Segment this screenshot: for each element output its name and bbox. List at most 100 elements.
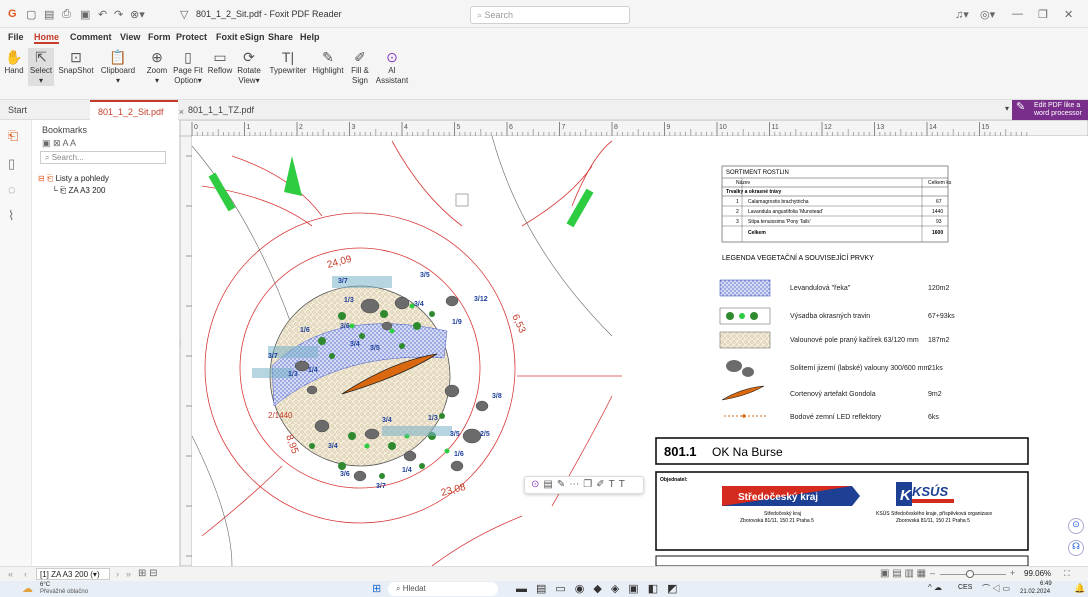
highlight-button[interactable]: ✎ Highlight (310, 48, 346, 76)
menu-file[interactable]: File (8, 32, 24, 42)
select-tool-button[interactable]: ⇱ Select ▾ (28, 48, 54, 86)
edit-pdf-icon: ✎ (1016, 101, 1026, 113)
edit-pdf-promo[interactable]: ✎ Edit PDF like a word processor (1012, 100, 1088, 120)
windows-taskbar: ☁ 6°C Převážně oblačno ⊞ ⌕ Hledat ▬▤▭◉◆◈… (0, 581, 1088, 597)
plant-label: 1/3 (288, 371, 298, 378)
zoom-out-icon[interactable]: – (930, 568, 935, 578)
tab-801-1-2-sit[interactable]: 801_1_2_Sit.pdf × (90, 100, 184, 120)
next-page-icon[interactable]: › (116, 569, 119, 579)
attachment-icon[interactable]: ⌇ (8, 208, 14, 224)
page-view-icons[interactable]: ⊞ ⊟ (138, 568, 158, 579)
quick-access-dropdown-icon[interactable]: ⊗▾ (130, 8, 145, 21)
menu-protect[interactable]: Protect (176, 32, 207, 42)
svg-text:Středočeský kraj: Středočeský kraj (764, 511, 801, 517)
bookmark-tools-icons[interactable]: ▣ ⊠ A A (42, 138, 76, 149)
tab-801-1-1-tz[interactable]: 801_1_1_TZ.pdf (180, 100, 280, 120)
comments-icon[interactable]: ◌ (8, 182, 16, 197)
highlight-icon[interactable]: ✎ (557, 479, 569, 490)
notifications-icon[interactable]: ♫▾ (955, 8, 969, 21)
ai-icon[interactable]: ⊙ (531, 479, 543, 490)
page-fit-button[interactable]: ▯ Page Fit Option▾ (172, 48, 204, 86)
tabs-dropdown-icon[interactable]: ▾ (1005, 104, 1009, 113)
fill-sign-button[interactable]: ✐ Fill & Sign (348, 48, 372, 86)
tray-icons[interactable]: ^ ☁ (928, 583, 942, 592)
redo-icon[interactable]: ↷ (114, 8, 123, 21)
notification-bell-icon[interactable]: 🔔 (1074, 583, 1085, 594)
copy-icon[interactable]: ❐ (583, 479, 596, 490)
ruler-number: 2 (299, 124, 303, 131)
save-icon[interactable]: ▤ (44, 8, 54, 21)
hand-tool-button[interactable]: ✋ Hand (4, 48, 24, 76)
plant-label: 2/5 (480, 431, 490, 438)
weather-icon[interactable]: ☁ (22, 582, 33, 595)
fullscreen-icon[interactable]: ⛶ (1064, 569, 1070, 579)
taskbar-app-icons[interactable]: ▬▤▭◉◆◈▣◧◩ (516, 582, 686, 595)
menu-share[interactable]: Share (268, 32, 293, 42)
title-block: 801.1 OK Na Burse Objednatel: Středočesk… (655, 437, 1029, 566)
menu-form[interactable]: Form (148, 32, 171, 42)
last-page-icon[interactable]: » (126, 569, 131, 579)
close-button[interactable]: ✕ (1064, 8, 1073, 21)
floating-annotation-toolbar[interactable]: ⊙▤✎⋯❐✐TT (524, 476, 644, 494)
support-icon[interactable]: ☊ (1068, 540, 1084, 556)
plant-label: 1/6 (454, 451, 464, 458)
tab-start[interactable]: Start (0, 100, 90, 120)
menu-foxit-esign[interactable]: Foxit eSign (216, 32, 265, 42)
svg-text:Valounové pole praný kačírek 6: Valounové pole praný kačírek 63/120 mm (790, 337, 919, 344)
menu-help[interactable]: Help (300, 32, 320, 42)
svg-text:21ks: 21ks (928, 365, 943, 372)
zoom-slider-handle[interactable] (966, 570, 974, 578)
text-icon[interactable]: T (609, 479, 619, 490)
ruler-number: 3 (352, 124, 356, 131)
ruler-number: 9 (667, 124, 671, 131)
svg-text:Objednatel:: Objednatel: (660, 477, 688, 483)
rotate-view-button[interactable]: ⟳ Rotate View▾ (234, 48, 264, 86)
note-icon[interactable]: ▤ (543, 479, 556, 490)
network-volume-icons[interactable]: ⌒ ◁ ▭ (982, 583, 1010, 594)
open-icon[interactable]: ▢ (26, 8, 36, 21)
search-input[interactable]: ⌕ Search (470, 6, 630, 24)
zoom-in-icon[interactable]: + (1010, 568, 1015, 578)
taskbar-search[interactable]: ⌕ Hledat (388, 582, 498, 596)
menu-view[interactable]: View (120, 32, 140, 42)
ai-assistant-button[interactable]: ⊙ AI Assistant (374, 48, 410, 86)
bookmark-search-input[interactable]: ⌕ Search... (40, 151, 166, 164)
typewriter-icon[interactable]: T (619, 479, 629, 490)
weather-temp: 6°C (40, 582, 51, 588)
new-icon[interactable]: ▣ (80, 8, 90, 21)
plant-label: 3/4 (328, 443, 338, 450)
document-viewer: 0 1 2 3 4 5 6 7 8 9 10 11 12 13 14 15 3/… (180, 120, 1088, 566)
reflow-button[interactable]: ▭ Reflow (206, 48, 234, 76)
plant-label: 1/6 (300, 327, 310, 334)
svg-text:1: 1 (736, 199, 739, 205)
first-page-icon[interactable]: « (8, 569, 13, 579)
zoom-level[interactable]: 99.06% (1024, 569, 1051, 578)
clipboard-button[interactable]: 📋 Clipboard ▾ (98, 48, 138, 86)
language-indicator[interactable]: CES (958, 584, 972, 591)
menu-comment[interactable]: Comment (70, 32, 112, 42)
print-icon[interactable]: ⎙ (62, 8, 71, 21)
prev-page-icon[interactable]: ‹ (24, 569, 27, 579)
svg-text:Název: Název (736, 180, 751, 186)
snapshot-button[interactable]: ⊡ SnapShot (56, 48, 96, 76)
typewriter-button[interactable]: T| Typewriter (266, 48, 310, 76)
zoom-button[interactable]: ⊕ Zoom ▾ (144, 48, 170, 86)
minimize-button[interactable]: — (1012, 8, 1023, 20)
restore-button[interactable]: ❐ (1038, 8, 1048, 21)
account-icon[interactable]: ◎▾ (980, 8, 995, 21)
page-number-input[interactable]: [1] ZA A3 200 (▾) (36, 568, 110, 580)
undo-icon[interactable]: ↶ (98, 8, 107, 21)
svg-text:Stipa tenuissima 'Pony Tails': Stipa tenuissima 'Pony Tails' (748, 219, 811, 225)
ruler-number: 14 (929, 124, 937, 131)
view-mode-icons[interactable]: ▣ ▤ ▥ ▦ (880, 568, 926, 579)
bookmark-item-za-a3[interactable]: └ ⎗ ZA A3 200 (52, 186, 105, 196)
plant-label: 3/6 (340, 323, 350, 330)
bookmark-item-listy[interactable]: ⊟ ⎗ Listy a pohledy (38, 174, 109, 184)
menu-home[interactable]: Home (34, 32, 60, 44)
ai-side-icon[interactable]: ⊙ (1068, 518, 1084, 534)
pages-icon[interactable]: ▯ (8, 156, 15, 172)
start-menu-icon[interactable]: ⊞ (372, 582, 381, 595)
more-icon[interactable]: ⋯ (569, 479, 583, 490)
bookmark-icon[interactable]: ⎗ (8, 128, 18, 144)
pen-icon[interactable]: ✐ (596, 479, 608, 490)
